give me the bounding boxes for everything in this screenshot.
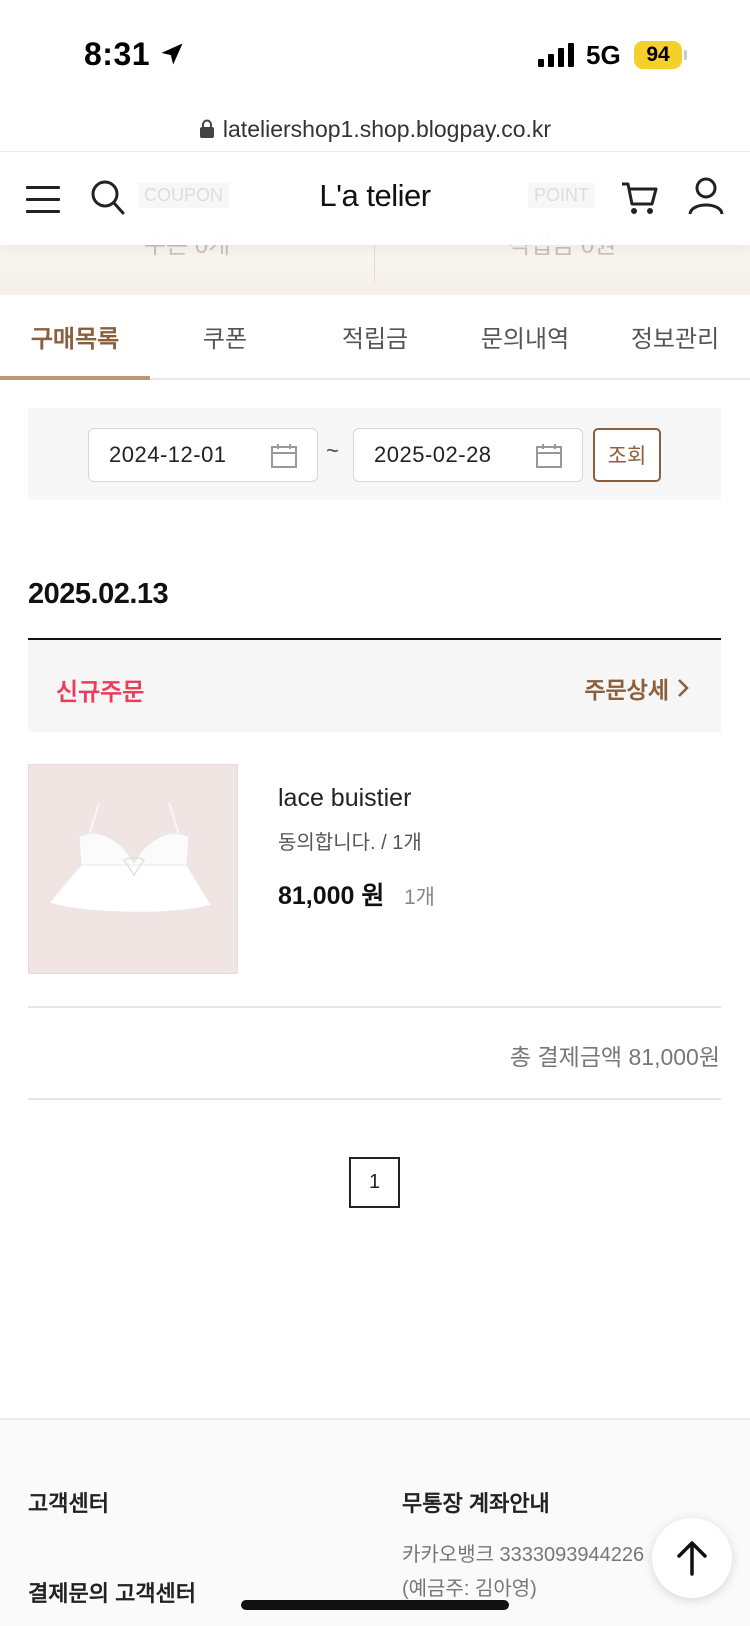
- calendar-icon: [271, 444, 297, 468]
- footer-bank-holder: (예금주: 김아영): [402, 1578, 537, 1600]
- tab-purchase-list[interactable]: 구매목록: [0, 300, 150, 380]
- network-type: 5G: [586, 40, 621, 70]
- point-summary: 쿠폰 0개 적립금 0원: [0, 232, 750, 295]
- divider: [28, 1006, 721, 1008]
- footer-cs-title: 고객센터: [28, 1491, 109, 1516]
- start-date-value: 2024-12-01: [109, 442, 227, 467]
- date-separator: ~: [326, 438, 339, 463]
- lock-icon: [199, 119, 214, 138]
- product-quantity: 1개: [404, 886, 435, 909]
- signal-icon: [538, 43, 574, 67]
- battery-tip: [684, 50, 687, 60]
- battery-icon: 94: [634, 41, 682, 69]
- order-total: 총 결제금액 81,000원: [509, 1044, 720, 1070]
- location-arrow-icon: [161, 43, 183, 65]
- footer-bank-account: 카카오뱅크 3333093944226: [402, 1544, 645, 1566]
- order-detail-link[interactable]: 주문상세: [584, 671, 689, 705]
- date-filter: 2024-12-01 ~ 2025-02-28 조회: [28, 408, 721, 500]
- order-detail-label: 주문상세: [584, 677, 669, 703]
- footer-bank-title: 무통장 계좌안내: [402, 1491, 550, 1516]
- site-header: COUPON POINT L'a telier: [0, 151, 750, 245]
- site-footer: 고객센터 결제문의 고객센터 무통장 계좌안내 카카오뱅크 3333093944…: [0, 1418, 750, 1626]
- tab-points[interactable]: 적립금: [300, 300, 450, 378]
- footer-payment-cs-title: 결제문의 고객센터: [28, 1581, 197, 1606]
- product-name[interactable]: lace buistier: [278, 784, 411, 813]
- tab-inquiries[interactable]: 문의내역: [450, 300, 600, 378]
- cart-icon[interactable]: [620, 178, 660, 218]
- status-bar: 8:31 5G 94: [0, 0, 750, 105]
- start-date-input[interactable]: 2024-12-01: [88, 428, 318, 482]
- pagination-page[interactable]: 1: [349, 1157, 400, 1208]
- user-icon[interactable]: [688, 176, 724, 216]
- order-date: 2025.02.13: [28, 578, 169, 610]
- mypage-tabs: 구매목록 쿠폰 적립금 문의내역 정보관리: [0, 300, 750, 380]
- calendar-icon: [536, 444, 562, 468]
- summary-divider: [374, 245, 375, 283]
- status-time: 8:31: [84, 36, 151, 72]
- chevron-right-icon: [678, 679, 689, 697]
- url-text: lateliershop1.shop.blogpay.co.kr: [222, 115, 552, 142]
- camisole-illustration: [48, 802, 212, 913]
- product-price: 81,000 원: [278, 882, 385, 910]
- end-date-value: 2025-02-28: [374, 442, 492, 467]
- tab-coupon[interactable]: 쿠폰: [150, 300, 300, 378]
- scroll-top-button[interactable]: [652, 1518, 732, 1598]
- date-search-button[interactable]: 조회: [593, 428, 661, 482]
- product-option: 동의합니다. / 1개: [278, 832, 422, 854]
- tab-account-info[interactable]: 정보관리: [600, 300, 750, 378]
- order-header: 신규주문 주문상세: [28, 638, 721, 732]
- end-date-input[interactable]: 2025-02-28: [353, 428, 583, 482]
- product-image[interactable]: [28, 764, 238, 974]
- order-status-badge: 신규주문: [56, 679, 145, 706]
- home-indicator: [241, 1600, 509, 1610]
- divider: [28, 1098, 721, 1100]
- arrow-up-icon: [677, 1541, 707, 1576]
- url-bar[interactable]: lateliershop1.shop.blogpay.co.kr: [0, 105, 750, 153]
